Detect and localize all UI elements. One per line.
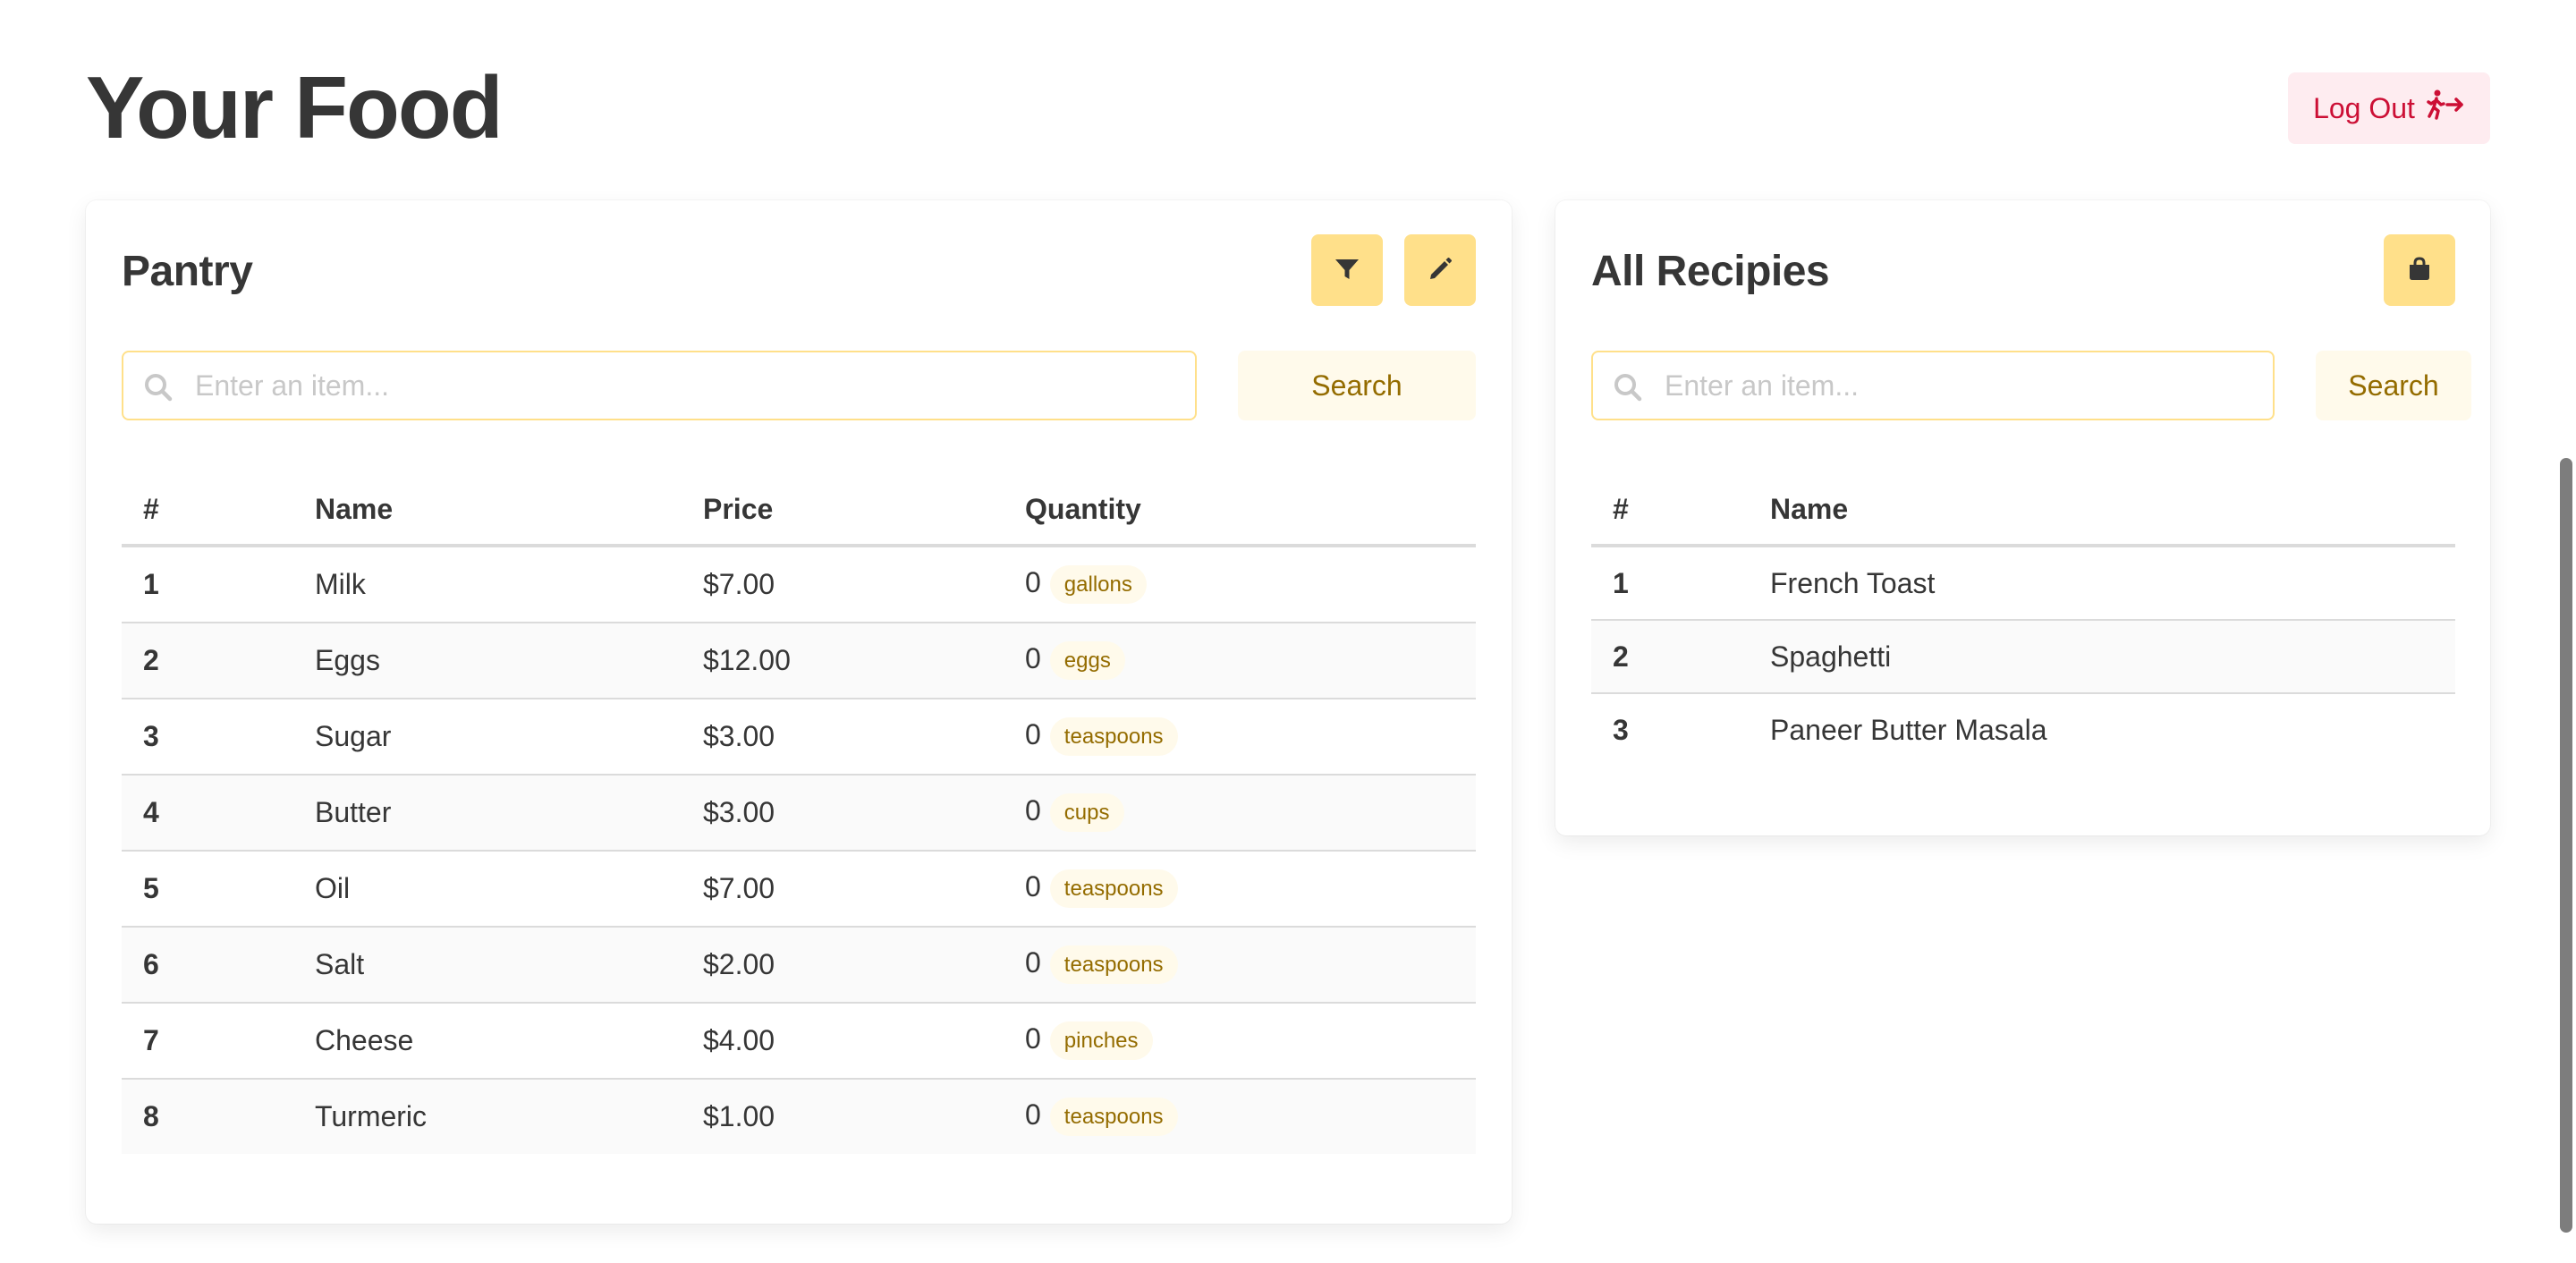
table-header-row: # Name <box>1591 474 2455 547</box>
row-number: 7 <box>122 1003 293 1080</box>
scrollbar[interactable] <box>2560 458 2572 1233</box>
shopping-bag-icon <box>2405 255 2434 286</box>
item-name: Butter <box>293 775 682 852</box>
filter-icon <box>1333 255 1361 286</box>
table-header-row: # Name Price Quantity <box>122 474 1476 547</box>
row-number: 4 <box>122 775 293 852</box>
item-quantity: 0 <box>1025 1021 1041 1055</box>
row-number: 2 <box>122 623 293 699</box>
recipe-name: Spaghetti <box>1749 620 2455 694</box>
pantry-card: Pantry Search # Name Price <box>86 200 1512 1224</box>
table-row[interactable]: 1 Milk $7.00 0 gallons <box>122 546 1476 623</box>
item-quantity: 0 <box>1025 565 1041 598</box>
item-price: $3.00 <box>682 775 1004 852</box>
item-price: $3.00 <box>682 699 1004 776</box>
row-number: 1 <box>1591 546 1749 621</box>
edit-button[interactable] <box>1404 234 1476 306</box>
item-price: $2.00 <box>682 927 1004 1004</box>
item-price: $7.00 <box>682 851 1004 928</box>
unit-tag: teaspoons <box>1049 716 1178 757</box>
item-quantity-cell: 0 teaspoons <box>1004 927 1476 1004</box>
recipes-table: # Name 1 French Toast 2 Spaghetti 3 Paneer Bu… <box>1591 474 2455 766</box>
item-quantity-cell: 0 teaspoons <box>1004 851 1476 928</box>
recipes-search-field <box>1591 351 2275 420</box>
pantry-search-field <box>122 351 1197 420</box>
column-header-price: Price <box>682 474 1004 547</box>
logout-label: Log Out <box>2313 91 2415 124</box>
item-name: Salt <box>293 927 682 1004</box>
item-quantity-cell: 0 teaspoons <box>1004 1079 1476 1154</box>
table-row[interactable]: 4 Butter $3.00 0 cups <box>122 775 1476 852</box>
item-price: $1.00 <box>682 1079 1004 1154</box>
item-price: $4.00 <box>682 1003 1004 1080</box>
item-quantity-cell: 0 eggs <box>1004 623 1476 699</box>
person-running-arrow-icon <box>2426 89 2465 128</box>
item-quantity: 0 <box>1025 717 1041 750</box>
table-row[interactable]: 1 French Toast <box>1591 546 2455 621</box>
pantry-title: Pantry <box>122 248 253 295</box>
shopping-bag-button[interactable] <box>2384 234 2455 306</box>
item-quantity-cell: 0 gallons <box>1004 546 1476 623</box>
table-row[interactable]: 3 Sugar $3.00 0 teaspoons <box>122 699 1476 776</box>
item-quantity: 0 <box>1025 641 1041 674</box>
table-row[interactable]: 6 Salt $2.00 0 teaspoons <box>122 927 1476 1004</box>
filter-button[interactable] <box>1311 234 1383 306</box>
page: Your Food Log Out Pantry Enter an item..… <box>0 0 2576 1263</box>
item-price: $7.00 <box>682 546 1004 623</box>
item-name: Oil <box>293 851 682 928</box>
item-name: Eggs <box>293 623 682 699</box>
table-row[interactable]: 8 Turmeric $1.00 0 teaspoons <box>122 1079 1476 1154</box>
item-quantity: 0 <box>1025 869 1041 903</box>
item-name: Milk <box>293 546 682 623</box>
table-row[interactable]: 3 Paneer Butter Masala <box>1591 693 2455 766</box>
search-icon <box>143 372 174 403</box>
item-price: $12.00 <box>682 623 1004 699</box>
page-title: Your Food <box>86 58 504 157</box>
table-row[interactable]: 2 Spaghetti <box>1591 620 2455 694</box>
item-name: Cheese <box>293 1003 682 1080</box>
recipe-name: Paneer Butter Masala <box>1770 713 2047 746</box>
unit-tag: eggs <box>1049 640 1125 681</box>
row-number: 3 <box>122 699 293 776</box>
search-icon <box>1613 372 1643 403</box>
unit-tag: pinches <box>1049 1021 1153 1061</box>
recipes-title: All Recipies <box>1591 248 1830 295</box>
item-name: Turmeric <box>293 1079 682 1154</box>
item-quantity-cell: 0 teaspoons <box>1004 699 1476 776</box>
row-number: 3 <box>1613 713 1629 746</box>
column-header-name: Name <box>293 474 682 547</box>
unit-tag: gallons <box>1049 564 1147 605</box>
table-row[interactable]: 7 Cheese $4.00 0 pinches <box>122 1003 1476 1080</box>
column-header-quantity: Quantity <box>1004 474 1476 547</box>
column-header-num: # <box>1591 474 1749 547</box>
row-number: 8 <box>122 1079 293 1154</box>
pencil-icon <box>1426 255 1454 286</box>
pantry-search-button[interactable]: Search <box>1238 351 1476 420</box>
logout-button[interactable]: Log Out <box>2288 72 2490 144</box>
item-quantity: 0 <box>1025 1098 1041 1131</box>
row-number: 6 <box>122 927 293 1004</box>
row-number: 1 <box>122 546 293 623</box>
item-name: Sugar <box>293 699 682 776</box>
pantry-search-input[interactable] <box>195 352 1177 419</box>
unit-tag: cups <box>1049 793 1124 833</box>
recipes-search-input[interactable] <box>1665 352 2255 419</box>
recipe-name: French Toast <box>1749 546 2455 621</box>
row-number: 5 <box>122 851 293 928</box>
column-header-num: # <box>122 474 293 547</box>
table-row[interactable]: 2 Eggs $12.00 0 eggs <box>122 623 1476 699</box>
pantry-table: # Name Price Quantity 1 Milk $7.00 0 gallons… <box>122 474 1476 1154</box>
row-number: 2 <box>1591 620 1749 694</box>
table-row[interactable]: 5 Oil $7.00 0 teaspoons <box>122 851 1476 928</box>
recipes-search-button[interactable]: Search <box>2316 351 2471 420</box>
item-quantity: 0 <box>1025 793 1041 826</box>
item-quantity-cell: 0 pinches <box>1004 1003 1476 1080</box>
unit-tag: teaspoons <box>1049 945 1178 985</box>
item-quantity: 0 <box>1025 945 1041 979</box>
unit-tag: teaspoons <box>1049 1097 1178 1137</box>
column-header-name: Name <box>1749 474 2455 547</box>
unit-tag: teaspoons <box>1049 869 1178 909</box>
recipes-card: All Recipies Search # Name 1French Toast… <box>1555 200 2490 835</box>
item-quantity-cell: 0 cups <box>1004 775 1476 852</box>
